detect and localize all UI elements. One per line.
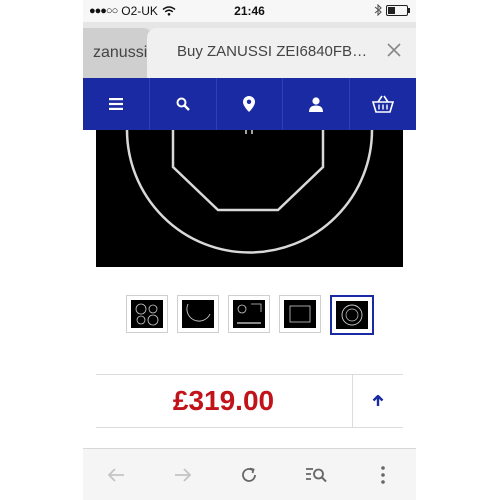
- thumbnail-image: [181, 300, 214, 328]
- tab-label: zanussi: [93, 44, 148, 61]
- thumbnail-4[interactable]: [278, 295, 321, 333]
- status-bar: ●●●○○ O2-UK 21:46: [83, 0, 416, 22]
- product-price: £319.00: [172, 385, 275, 416]
- account-button[interactable]: [283, 78, 351, 130]
- basket-icon: [372, 95, 395, 113]
- thumbnail-image: [130, 300, 163, 328]
- thumbnail-image: [283, 300, 316, 328]
- phone-screen: ●●●○○ O2-UK 21:46 zanussi Buy ZANUSSI ZE…: [83, 0, 416, 500]
- menu-icon: [108, 98, 123, 110]
- price-row: £319.00: [96, 374, 403, 428]
- browser-toolbar: [83, 448, 416, 500]
- site-nav-bar: [83, 78, 416, 130]
- more-options-button[interactable]: [349, 449, 416, 500]
- tab-active[interactable]: Buy ZANUSSI ZEI6840FB…: [147, 28, 416, 78]
- status-right: [374, 4, 410, 16]
- find-in-page-button[interactable]: [283, 449, 350, 500]
- product-thumbnails: [83, 295, 416, 335]
- back-arrow-icon: [108, 468, 125, 482]
- close-tab-icon[interactable]: [384, 40, 404, 60]
- find-icon: [306, 468, 327, 483]
- menu-button[interactable]: [83, 78, 150, 130]
- basket-button[interactable]: [350, 78, 416, 130]
- tab-title: Buy ZANUSSI ZEI6840FB…: [177, 43, 367, 60]
- browser-tab-bar: zanussi Buy ZANUSSI ZEI6840FB…: [83, 22, 416, 78]
- thumbnail-image: [232, 300, 265, 328]
- back-button[interactable]: [83, 449, 150, 500]
- scroll-to-top-button[interactable]: [352, 375, 403, 427]
- reload-icon: [242, 467, 257, 482]
- forward-button[interactable]: [150, 449, 217, 500]
- search-button[interactable]: [150, 78, 217, 130]
- clock: 21:46: [234, 4, 265, 18]
- product-image[interactable]: [96, 130, 403, 267]
- thumbnail-image: [335, 301, 368, 329]
- thumbnail-1[interactable]: [125, 295, 168, 333]
- hob-zone-illustration: [125, 130, 374, 254]
- store-locator-button[interactable]: [217, 78, 284, 130]
- thumbnail-2[interactable]: [176, 295, 219, 333]
- user-icon: [309, 96, 324, 112]
- thumbnail-5[interactable]: [329, 295, 374, 335]
- reload-button[interactable]: [216, 449, 283, 500]
- tab-zanussi[interactable]: zanussi: [83, 28, 153, 78]
- more-icon: [380, 466, 385, 484]
- search-icon: [176, 97, 190, 111]
- thumbnail-3[interactable]: [227, 295, 270, 333]
- arrow-up-icon: [372, 395, 384, 406]
- location-pin-icon: [243, 96, 256, 112]
- bluetooth-icon: [374, 4, 382, 16]
- battery-icon: [386, 4, 410, 16]
- forward-arrow-icon: [174, 468, 192, 482]
